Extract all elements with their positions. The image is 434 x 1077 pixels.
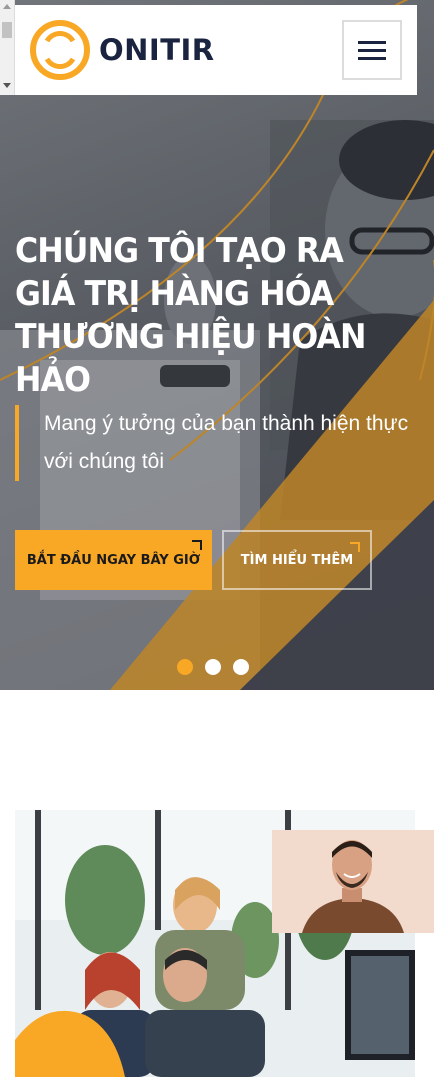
scroll-up-arrow-icon[interactable]: [3, 4, 11, 9]
hero-title: CHÚNG TÔI TẠO RA GIÁ TRỊ HÀNG HÓA THƯƠNG…: [15, 231, 366, 400]
start-now-button-label: BẮT ĐẦU NGAY BÂY GIỜ: [26, 552, 201, 568]
learn-more-button[interactable]: TÌM HIỂU THÊM: [222, 530, 372, 590]
hamburger-menu-button[interactable]: [342, 20, 402, 80]
scroll-down-arrow-icon[interactable]: [3, 83, 11, 88]
slider-dot-1[interactable]: [177, 659, 193, 675]
onitir-ring-logo-icon[interactable]: [29, 19, 91, 81]
about-section: [0, 690, 434, 1077]
hero-subtitle: Mang ý tưởng của bạn thành hiện thực với…: [44, 412, 409, 473]
scrollbar-thumb[interactable]: [2, 22, 12, 38]
page-scrollbar[interactable]: [0, 0, 15, 95]
slider-dot-3[interactable]: [233, 659, 249, 675]
brand-name[interactable]: ONITIR: [99, 33, 215, 67]
slider-dots: [177, 659, 249, 675]
hero-subtitle-block: Mang ý tưởng của bạn thành hiện thực với…: [15, 405, 415, 481]
learn-more-button-label: TÌM HIỂU THÊM: [240, 552, 354, 568]
portrait-photo: [272, 830, 434, 933]
hero-slider: CHÚNG TÔI TẠO RA GIÁ TRỊ HÀNG HÓA THƯƠNG…: [0, 0, 434, 690]
corner-accent-icon: [350, 542, 360, 552]
slider-dot-2[interactable]: [205, 659, 221, 675]
start-now-button[interactable]: BẮT ĐẦU NGAY BÂY GIỜ: [15, 530, 212, 590]
site-header: ONITIR: [15, 5, 417, 95]
hamburger-menu-icon: [358, 40, 386, 44]
corner-accent-icon: [192, 540, 202, 550]
